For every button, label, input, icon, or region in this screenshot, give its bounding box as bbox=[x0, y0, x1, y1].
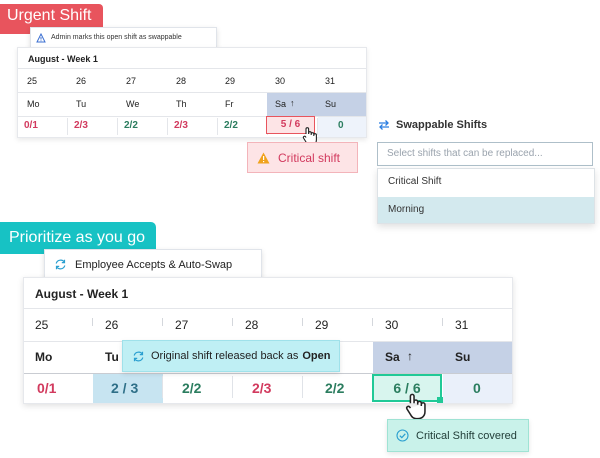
admin-swappable-tooltip: Admin marks this open shift as swappable bbox=[30, 27, 217, 48]
refresh-icon bbox=[55, 259, 66, 270]
date-cell: 26 bbox=[76, 76, 87, 86]
day-cell: Su bbox=[325, 99, 337, 109]
day-cell: We bbox=[126, 99, 140, 109]
shift-count-tu[interactable]: 2 / 3 bbox=[111, 380, 138, 396]
date-cell: 27 bbox=[126, 76, 137, 86]
released-tip-text: Original shift released back as bbox=[151, 350, 299, 362]
date-cell: 31 bbox=[325, 76, 336, 86]
day-cell: Mo bbox=[27, 99, 40, 109]
swappable-label-text: Swappable Shifts bbox=[396, 119, 488, 131]
date-cell: 31 bbox=[455, 318, 469, 332]
swappable-shifts-menu: Critical Shift Morning bbox=[377, 168, 595, 224]
shift-count-th[interactable]: 2/3 bbox=[174, 120, 188, 131]
warning-icon bbox=[257, 152, 270, 163]
date-cell: 25 bbox=[35, 318, 49, 332]
calendar-title: August - Week 1 bbox=[28, 54, 98, 64]
shift-count-we[interactable]: 2/2 bbox=[124, 120, 138, 131]
date-cell: 29 bbox=[225, 76, 236, 86]
auto-swap-tooltip: Employee Accepts & Auto-Swap bbox=[44, 249, 262, 280]
critical-shift-badge: Critical shift bbox=[247, 142, 358, 173]
day-cell: Mo bbox=[35, 350, 53, 364]
hand-pointer-icon bbox=[405, 393, 426, 420]
covered-text: Critical Shift covered bbox=[416, 429, 517, 442]
swappable-shifts-input[interactable]: Select shifts that can be replaced... bbox=[377, 142, 593, 166]
calendar-title: August - Week 1 bbox=[35, 287, 129, 301]
shift-count-mo[interactable]: 0/1 bbox=[37, 380, 56, 396]
day-cell: Su bbox=[455, 350, 471, 364]
info-icon bbox=[36, 32, 46, 42]
shift-count-su[interactable]: 0 bbox=[338, 120, 344, 131]
released-open-tooltip: Original shift released back as Open bbox=[122, 340, 340, 372]
shift-count-tu[interactable]: 2/3 bbox=[74, 120, 88, 131]
date-cell: 27 bbox=[175, 318, 189, 332]
swappable-shifts-label: Swappable Shifts bbox=[378, 119, 487, 131]
shift-count-fr[interactable]: 2/2 bbox=[224, 120, 238, 131]
shift-count-fr[interactable]: 2/2 bbox=[325, 380, 344, 396]
critical-shift-covered-badge: Critical Shift covered bbox=[387, 419, 529, 452]
shift-count-mo[interactable]: 0/1 bbox=[24, 120, 38, 131]
check-circle-icon bbox=[396, 429, 409, 442]
swap-arrows-icon bbox=[379, 120, 389, 130]
released-tip-emphasis: Open bbox=[302, 350, 331, 362]
auto-swap-text: Employee Accepts & Auto-Swap bbox=[75, 258, 233, 271]
date-cell: 28 bbox=[245, 318, 259, 332]
critical-shift-text: Critical shift bbox=[278, 150, 341, 165]
day-cell: Sa bbox=[275, 99, 287, 109]
day-cell: Fr bbox=[225, 99, 234, 109]
shift-count-th[interactable]: 2/3 bbox=[252, 380, 271, 396]
date-cell: 26 bbox=[105, 318, 119, 332]
up-arrow-icon: ↑ bbox=[407, 349, 413, 363]
day-cell: Tu bbox=[76, 99, 87, 109]
admin-tip-text: Admin marks this open shift as swappable bbox=[51, 34, 182, 41]
date-cell: 30 bbox=[275, 76, 286, 86]
shift-count-su[interactable]: 0 bbox=[473, 380, 481, 396]
day-cell: Tu bbox=[105, 350, 119, 364]
option-critical-shift[interactable]: Critical Shift bbox=[378, 169, 594, 195]
day-cell: Sa bbox=[385, 350, 400, 364]
date-cell: 29 bbox=[315, 318, 329, 332]
date-cell: 30 bbox=[385, 318, 399, 332]
refresh-icon bbox=[133, 351, 144, 361]
date-cell: 25 bbox=[27, 76, 38, 86]
date-cell: 28 bbox=[176, 76, 187, 86]
shift-count-we[interactable]: 2/2 bbox=[182, 380, 201, 396]
day-cell: Th bbox=[176, 99, 187, 109]
option-morning[interactable]: Morning bbox=[378, 197, 594, 223]
up-arrow-icon: ↑ bbox=[290, 98, 295, 108]
